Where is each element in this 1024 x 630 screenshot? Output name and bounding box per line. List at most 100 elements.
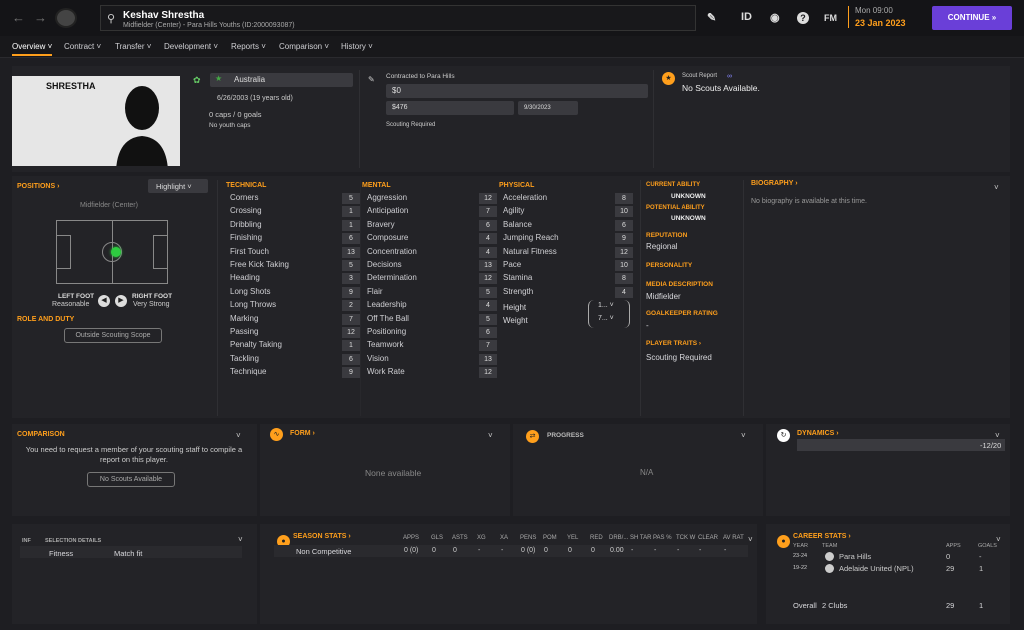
attribute-name: Vision xyxy=(367,353,389,363)
tab-transfer[interactable]: Transfer ˅ xyxy=(115,42,151,51)
physical-title: PHYSICAL xyxy=(499,182,535,189)
pen-icon[interactable]: ✎ xyxy=(707,11,716,24)
career-year-header: YEAR xyxy=(793,543,808,549)
technical-row: Corners 5 xyxy=(230,193,360,205)
tab-comparison[interactable]: Comparison ˅ xyxy=(279,42,329,51)
career-apps: 0 xyxy=(946,552,951,561)
no-scouts-button[interactable]: No Scouts Available xyxy=(87,472,175,487)
stat-value: - xyxy=(677,547,680,554)
stat-header[interactable]: RED xyxy=(590,535,603,541)
stat-header[interactable]: SH TAR xyxy=(630,535,651,541)
tab-bar: Overview ˅ Contract ˅ Transfer ˅ Develop… xyxy=(0,36,1024,58)
value-field[interactable]: $476 xyxy=(386,101,514,115)
back-icon[interactable]: ← xyxy=(12,10,25,25)
tab-contract[interactable]: Contract ˅ xyxy=(64,42,101,51)
stat-header[interactable]: ASTS xyxy=(452,535,468,541)
wage-field[interactable]: $0 xyxy=(386,84,648,98)
form-title[interactable]: FORM › xyxy=(290,430,315,437)
attribute-name: Aggression xyxy=(367,193,408,202)
chevron-down-icon[interactable]: ˅ xyxy=(748,535,753,544)
career-goals: 1 xyxy=(979,564,984,573)
stat-value: - xyxy=(724,547,727,554)
attribute-name: Stamina xyxy=(503,273,533,283)
mental-row: Work Rate 12 xyxy=(367,367,497,379)
tab-development[interactable]: Development ˅ xyxy=(164,42,218,51)
progress-icon: ⇄ xyxy=(526,430,539,443)
dynamics-bar xyxy=(797,439,1005,451)
current-ability-label: CURRENT ABILITY xyxy=(646,182,701,188)
tab-overview[interactable]: Overview ˅ xyxy=(12,42,53,56)
media-description-value: Midfielder xyxy=(646,292,681,301)
outside-scouting-button[interactable]: Outside Scouting Scope xyxy=(64,328,162,343)
attribute-name: Agility xyxy=(503,206,525,216)
career-team-header: TEAM xyxy=(822,543,838,549)
divider xyxy=(360,180,361,416)
biography-title[interactable]: BIOGRAPHY › xyxy=(751,180,798,187)
stat-header[interactable]: CLEAR xyxy=(698,535,718,541)
career-team[interactable]: Para Hills xyxy=(839,552,871,561)
stat-value: 0 (0) xyxy=(521,547,536,554)
help-icon[interactable]: ? xyxy=(797,12,809,24)
attribute-value: 5 xyxy=(479,286,497,298)
stat-header[interactable]: XG xyxy=(477,535,486,541)
stat-header[interactable]: XA xyxy=(500,535,508,541)
technical-row: Tackling 6 xyxy=(230,353,360,366)
chevron-down-icon[interactable]: ˅ xyxy=(236,431,241,440)
attribute-value: 6 xyxy=(615,219,633,231)
attribute-name: Anticipation xyxy=(367,206,409,216)
stat-header[interactable]: YEL xyxy=(567,535,578,541)
stat-header[interactable]: APPS xyxy=(403,535,419,541)
attribute-value: 1 xyxy=(342,206,360,218)
positions-title[interactable]: POSITIONS › xyxy=(17,183,59,190)
technical-row: Crossing 1 xyxy=(230,206,360,218)
height-value[interactable]: 1... ˅ xyxy=(598,302,614,309)
chevron-down-icon[interactable]: ˅ xyxy=(238,535,243,544)
stat-header[interactable]: DRB/... xyxy=(609,535,628,541)
divider xyxy=(640,180,641,416)
stat-header[interactable]: PAS % xyxy=(653,535,672,541)
chevron-down-icon[interactable]: ˅ xyxy=(994,183,999,192)
stat-header[interactable]: AV RAT xyxy=(723,535,744,541)
forward-icon[interactable]: → xyxy=(34,10,47,25)
weight-value[interactable]: 7... ˅ xyxy=(598,315,614,322)
attribute-value: 3 xyxy=(342,273,360,285)
physical-row: Stamina 8 xyxy=(503,273,633,285)
attribute-value: 7 xyxy=(479,340,497,352)
player-search-bar[interactable]: ⚲ Keshav Shrestha Midfielder (Center) - … xyxy=(100,5,696,31)
stat-header[interactable]: PENS xyxy=(520,535,536,541)
nationality[interactable]: Australia xyxy=(210,73,353,87)
player-traits-label[interactable]: PLAYER TRAITS › xyxy=(646,340,701,347)
chevron-down-icon[interactable]: ˅ xyxy=(488,431,493,440)
stat-value: 0.00 xyxy=(610,547,624,554)
tab-reports[interactable]: Reports ˅ xyxy=(231,42,266,51)
stat-header[interactable]: POM xyxy=(543,535,557,541)
fitness-value: Match fit xyxy=(114,549,143,558)
highlight-dropdown[interactable]: Highlight ˅ xyxy=(148,179,208,193)
attribute-value: 6 xyxy=(479,327,497,338)
badge-icon[interactable]: ◉ xyxy=(770,11,780,24)
club-badge-icon xyxy=(825,564,834,573)
tab-history[interactable]: History ˅ xyxy=(341,42,373,51)
stat-value: 0 (0) xyxy=(404,547,419,554)
career-overall-apps: 29 xyxy=(946,601,955,610)
stat-header[interactable]: TCK W xyxy=(676,535,695,541)
dynamics-title[interactable]: DYNAMICS › xyxy=(797,430,839,437)
career-team[interactable]: Adelaide United (NPL) xyxy=(839,564,914,573)
attribute-value: 12 xyxy=(479,193,497,204)
stat-header[interactable]: GLS xyxy=(431,535,443,541)
career-stats-title[interactable]: CAREER STATS › xyxy=(793,533,851,540)
continue-button[interactable]: CONTINUE » xyxy=(932,6,1012,30)
attribute-name: Long Throws xyxy=(230,300,277,310)
attribute-value: 10 xyxy=(615,260,633,271)
physical-row: Balance 6 xyxy=(503,219,633,232)
divider xyxy=(653,70,654,168)
attribute-name: Balance xyxy=(503,219,532,229)
id-icon[interactable]: ID xyxy=(741,11,752,23)
fm-icon[interactable]: FM xyxy=(824,13,837,23)
contract-expiry[interactable]: 9/30/2023 xyxy=(518,101,578,115)
attribute-value: 7 xyxy=(479,206,497,218)
attribute-value: 6 xyxy=(342,353,360,365)
season-stats-title[interactable]: SEASON STATS › xyxy=(293,533,351,540)
mental-row: Positioning 6 xyxy=(367,327,497,339)
chevron-down-icon[interactable]: ˅ xyxy=(741,431,746,440)
